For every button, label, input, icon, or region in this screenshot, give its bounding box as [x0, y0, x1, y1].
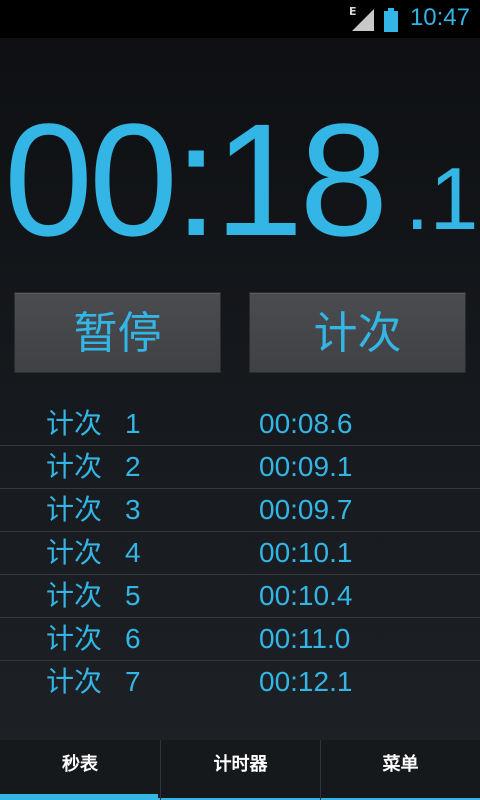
signal-icon [352, 9, 374, 31]
battery-icon [384, 8, 398, 32]
lap-list: 计次 1 00:08.6 计次 2 00:09.1 计次 3 00:09.7 计… [0, 403, 480, 703]
stopwatch-tenths: .1 [405, 149, 479, 248]
lap-time: 00:10.4 [259, 580, 353, 611]
lap-time: 00:09.7 [259, 494, 353, 525]
tab-label: 菜单 [382, 754, 419, 775]
tab-label: 计时器 [213, 754, 268, 775]
stopwatch-display: 00:18 .1 [0, 100, 480, 260]
lap-time: 00:10.1 [259, 537, 353, 568]
tab-stopwatch[interactable]: 秒表 [0, 740, 160, 800]
tab-selected-indicator [0, 794, 158, 800]
lap-row: 计次 4 00:10.1 [0, 532, 480, 575]
lap-time: 00:11.0 [259, 623, 351, 654]
lap-number: 3 [125, 494, 141, 525]
lap-time: 00:12.1 [259, 666, 353, 697]
lap-number: 6 [125, 623, 141, 654]
lap-label: 计次 [46, 579, 103, 612]
lap-row: 计次 5 00:10.4 [0, 575, 480, 618]
lap-label: 计次 [46, 450, 103, 483]
status-clock: 10:47 [409, 4, 470, 31]
lap-label: 计次 [46, 493, 103, 526]
lap-time: 00:08.6 [259, 408, 353, 439]
lap-time: 00:09.1 [259, 451, 353, 482]
lap-number: 1 [125, 408, 141, 439]
lap-number: 5 [125, 580, 141, 611]
lap-number: 7 [125, 666, 141, 697]
status-bar: E 10:47 [0, 0, 480, 38]
lap-row: 计次 3 00:09.7 [0, 489, 480, 532]
lap-row: 计次 7 00:12.1 [0, 661, 480, 703]
lap-label: 计次 [46, 622, 103, 655]
bottom-tab-bar: 秒表 计时器 菜单 [0, 740, 480, 800]
tab-timer[interactable]: 计时器 [160, 740, 320, 800]
lap-number: 4 [125, 537, 141, 568]
lap-button[interactable]: 计次 [249, 292, 466, 373]
lap-label: 计次 [46, 407, 103, 440]
pause-button[interactable]: 暂停 [14, 292, 221, 373]
lap-label: 计次 [46, 536, 103, 569]
lap-row: 计次 6 00:11.0 [0, 618, 480, 661]
tab-label: 秒表 [62, 754, 98, 775]
tab-menu[interactable]: 菜单 [320, 740, 480, 800]
lap-row: 计次 2 00:09.1 [0, 446, 480, 489]
stopwatch-main-time: 00:18 [4, 90, 388, 269]
lap-number: 2 [125, 451, 141, 482]
lap-row: 计次 1 00:08.6 [0, 403, 480, 446]
lap-label: 计次 [46, 665, 103, 698]
